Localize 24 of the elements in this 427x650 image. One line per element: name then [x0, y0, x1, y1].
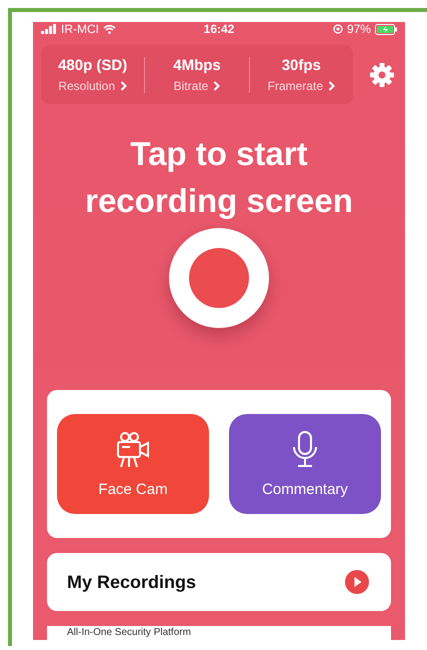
- setting-value: 4Mbps: [173, 56, 221, 74]
- chevron-icon: [120, 80, 128, 90]
- orientation-lock-icon: [332, 24, 343, 34]
- settings-icon[interactable]: [369, 62, 395, 88]
- battery-percent: 97%: [346, 22, 371, 36]
- face-cam-button[interactable]: Face Cam: [57, 414, 209, 514]
- clock-time: 16:42: [204, 22, 234, 36]
- microphone-icon: [292, 430, 318, 468]
- battery-charging-icon: [374, 24, 397, 34]
- commentary-button[interactable]: Commentary: [229, 414, 381, 514]
- ad-text: All-In-One Security Platform: [67, 627, 191, 638]
- chevron-icon: [213, 80, 220, 90]
- setting-value: 480p (SD): [58, 56, 128, 74]
- setting-link[interactable]: Framerate: [268, 78, 335, 92]
- setting-value: 30fps: [282, 56, 321, 74]
- setting-link[interactable]: Bitrate: [174, 78, 220, 92]
- chevron-icon: [328, 80, 335, 90]
- wifi-icon: [103, 24, 116, 34]
- setting-link[interactable]: Resolution: [58, 78, 128, 92]
- start-recording-heading: Tap to start recording screen: [84, 134, 354, 221]
- play-icon: [345, 570, 369, 594]
- carrier-name: IR-MCI: [61, 22, 99, 36]
- signal-icon: [41, 24, 57, 34]
- my-recordings-button[interactable]: My Recordings: [47, 553, 391, 611]
